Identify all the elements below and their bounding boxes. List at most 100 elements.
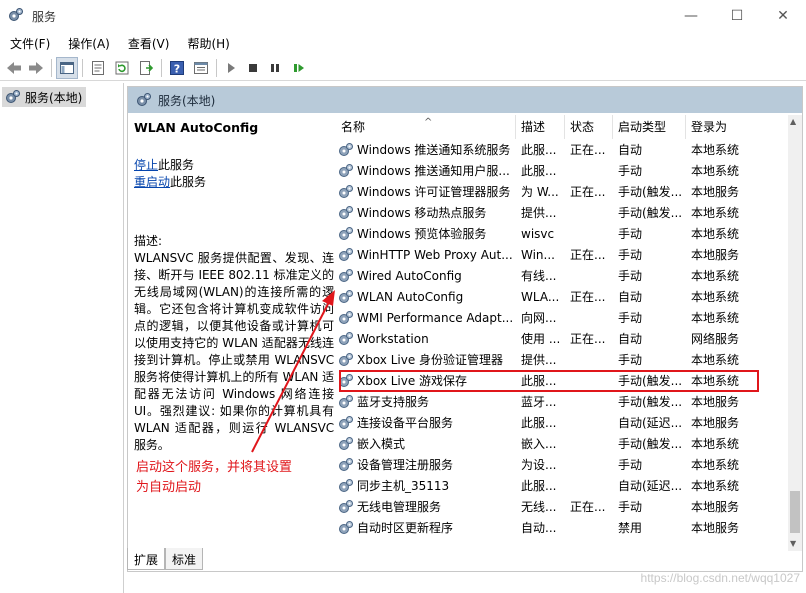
console-tree-button[interactable]: [56, 57, 78, 79]
table-row[interactable]: 嵌入模式 嵌入... 手动(触发... 本地系统: [336, 433, 792, 454]
highlight-box-wlan-autoconfig: [339, 370, 759, 392]
column-header-name[interactable]: ^ 名称: [336, 115, 516, 139]
service-logon-as: 本地系统: [691, 290, 740, 304]
service-startup-type: 手动: [618, 227, 643, 241]
minimize-button[interactable]: —: [668, 0, 714, 32]
tab-standard[interactable]: 标准: [165, 548, 204, 570]
table-row[interactable]: 蓝牙支持服务 蓝牙... 手动(触发... 本地服务: [336, 391, 792, 412]
service-desc: 嵌入...: [521, 437, 557, 451]
service-gear-icon: [339, 310, 353, 324]
service-name: 蓝牙支持服务: [336, 393, 516, 410]
close-icon: ✕: [777, 8, 789, 24]
column-header-status[interactable]: 状态: [565, 115, 613, 139]
vertical-scrollbar[interactable]: ▲ ▼: [788, 115, 802, 551]
back-button[interactable]: [3, 57, 25, 79]
table-row[interactable]: Xbox Live 身份验证管理器 提供... 手动 本地系统: [336, 349, 792, 370]
refresh-button[interactable]: [111, 57, 133, 79]
annotation-text: 启动这个服务，并将其设置 为自动启动: [136, 458, 332, 498]
table-row[interactable]: Windows 推送通知用户服... 此服... 手动 本地系统: [336, 160, 792, 181]
window-title: 服务: [32, 10, 57, 24]
service-desc: 此服...: [521, 479, 557, 493]
service-desc: 提供...: [521, 353, 557, 367]
console-tree: 服务(本地): [0, 83, 124, 593]
service-startup-type: 手动: [618, 269, 643, 283]
service-desc: 蓝牙...: [521, 395, 557, 409]
export-icon: [140, 61, 154, 75]
table-row[interactable]: 连接设备平台服务 此服... 自动(延迟... 本地服务: [336, 412, 792, 433]
column-headers: ^ 名称 描述 状态 启动类型 登录为: [336, 115, 802, 139]
service-logon-as: 本地服务: [691, 185, 740, 199]
column-header-logon-as[interactable]: 登录为: [686, 115, 756, 139]
menu-view[interactable]: 查看(V): [118, 33, 178, 53]
stop-service-link[interactable]: 停止: [134, 158, 158, 172]
table-row[interactable]: WLAN AutoConfig WLA... 正在... 自动 本地系统: [336, 286, 792, 307]
service-logon-as: 网络服务: [691, 332, 740, 346]
service-desc: 为 W...: [521, 185, 559, 199]
forward-button[interactable]: [25, 57, 47, 79]
service-logon-as: 本地服务: [691, 248, 740, 262]
resume-icon: [294, 64, 304, 72]
table-row[interactable]: Windows 移动热点服务 提供... 手动(触发... 本地系统: [336, 202, 792, 223]
service-desc: wisvc: [521, 226, 555, 241]
service-startup-type: 手动: [618, 248, 643, 262]
service-name: 同步主机_35113: [336, 477, 516, 494]
table-row[interactable]: WMI Performance Adapt... 向网... 手动 本地系统: [336, 307, 792, 328]
service-desc: 此服...: [521, 143, 557, 157]
table-row[interactable]: WinHTTP Web Proxy Aut... Win... 正在... 手动 本地服…: [336, 244, 792, 265]
table-row[interactable]: Wired AutoConfig 有线... 手动 本地系统: [336, 265, 792, 286]
close-button[interactable]: ✕: [760, 0, 806, 32]
service-startup-type: 自动: [618, 143, 643, 157]
scroll-down-icon[interactable]: ▼: [790, 539, 796, 548]
table-row[interactable]: Windows 推送通知系统服务 此服... 正在... 自动 本地系统: [336, 139, 792, 160]
service-startup-type: 手动(触发...: [618, 395, 683, 409]
main-header-label: 服务(本地): [158, 93, 216, 108]
column-header-description[interactable]: 描述: [516, 115, 565, 139]
service-gear-icon: [339, 478, 353, 492]
tab-extended[interactable]: 扩展: [127, 548, 166, 570]
view-button[interactable]: [190, 57, 212, 79]
service-gear-icon: [339, 289, 353, 303]
table-row[interactable]: Windows 许可证管理器服务为 W... 正在... 手动(触发... 本地服务: [336, 181, 792, 202]
table-row[interactable]: Windows 预览体验服务 wisvc 手动 本地系统: [336, 223, 792, 244]
table-row[interactable]: 同步主机_35113 此服... 自动(延迟... 本地系统: [336, 475, 792, 496]
services-rows: Windows 推送通知系统服务 此服... 正在... 自动 本地系统 Windows …: [336, 139, 792, 538]
help-icon: ?: [170, 61, 184, 76]
menu-action[interactable]: 操作(A): [58, 33, 118, 53]
service-gear-icon: [339, 184, 353, 198]
service-status: 正在...: [570, 500, 606, 514]
properties-button[interactable]: [87, 57, 109, 79]
start-service-button[interactable]: [220, 57, 242, 79]
table-row[interactable]: 无线电管理服务 无线... 正在... 手动 本地服务: [336, 496, 792, 517]
table-row[interactable]: 自动时区更新程序 自动... 禁用 本地服务: [336, 517, 792, 538]
service-desc: 有线...: [521, 269, 557, 283]
menu-file[interactable]: 文件(F): [0, 33, 58, 53]
resume-service-button[interactable]: [288, 57, 310, 79]
export-button[interactable]: [135, 57, 157, 79]
scrollbar-thumb[interactable]: [790, 491, 800, 533]
table-row[interactable]: Workstation 使用 ... 正在... 自动 网络服务: [336, 328, 792, 349]
help-button[interactable]: ?: [166, 57, 188, 79]
stop-service-button[interactable]: [242, 57, 264, 79]
tree-item-services-local[interactable]: 服务(本地): [2, 87, 86, 107]
service-name: Windows 推送通知系统服务: [336, 141, 516, 158]
description-heading: 描述:: [134, 234, 163, 248]
restart-service-link[interactable]: 重启动: [134, 175, 170, 189]
service-startup-type: 手动: [618, 353, 643, 367]
service-name: Windows 推送通知用户服...: [336, 162, 516, 179]
service-desc: 自动...: [521, 521, 557, 535]
start-icon: [228, 63, 235, 73]
back-icon: [7, 62, 21, 74]
pause-service-button[interactable]: [264, 57, 286, 79]
service-logon-as: 本地系统: [691, 353, 740, 367]
service-gear-icon: [339, 247, 353, 261]
console-tree-icon: [60, 62, 74, 74]
service-name: Windows 预览体验服务: [336, 225, 516, 242]
service-logon-as: 本地系统: [691, 311, 740, 325]
menu-help[interactable]: 帮助(H): [177, 33, 237, 53]
service-gear-icon: [339, 415, 353, 429]
scroll-up-icon[interactable]: ▲: [790, 117, 796, 126]
column-header-startup-type[interactable]: 启动类型: [613, 115, 686, 139]
table-row[interactable]: 设备管理注册服务 为设... 手动 本地系统: [336, 454, 792, 475]
maximize-button[interactable]: ☐: [714, 0, 760, 32]
service-logon-as: 本地服务: [691, 521, 740, 535]
